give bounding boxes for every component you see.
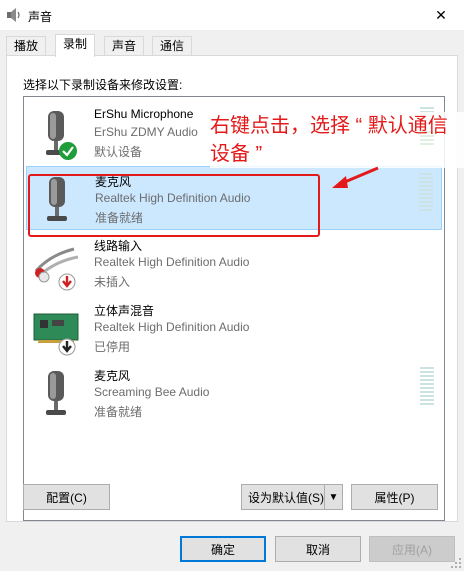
set-default-dropdown-arrow[interactable]: ▼ [324, 485, 342, 509]
set-default-label: 设为默认值(S) [248, 490, 324, 505]
device-driver: Realtek High Definition Audio [94, 255, 250, 269]
device-name: 麦克风 [94, 369, 131, 383]
tab-communications[interactable]: 通信 [152, 36, 193, 56]
apply-button[interactable]: 应用(A) [369, 536, 455, 562]
ok-button[interactable]: 确定 [180, 536, 266, 562]
tab-playback[interactable]: 播放 [6, 36, 47, 56]
device-name: 立体声混音 [94, 304, 155, 318]
device-name: ErShu Microphone [94, 107, 194, 121]
resize-grip-icon[interactable] [450, 557, 462, 569]
close-button[interactable]: ✕ [418, 0, 464, 30]
device-driver: Screaming Bee Audio [94, 385, 210, 399]
microphone-icon [46, 371, 66, 415]
device-driver: Realtek High Definition Audio [94, 320, 250, 334]
device-item-line-in[interactable]: 线路输入 Realtek High Definition Audio 未插入 [26, 231, 442, 295]
tab-sounds[interactable]: 声音 [104, 36, 145, 56]
annotation-arrow-icon [332, 166, 379, 188]
device-status: 已停用 [94, 340, 131, 354]
tab-recording[interactable]: 录制 [55, 34, 96, 57]
cancel-button[interactable]: 取消 [275, 536, 361, 562]
title-bar: 声音 ✕ [0, 0, 464, 30]
disabled-icon [58, 338, 76, 356]
annotation-text: 右键点击，选择 “ 默认通信设备 ” [210, 112, 464, 168]
configure-button[interactable]: 配置(C) [23, 484, 110, 510]
level-meter [419, 173, 433, 215]
instruction-label: 选择以下录制设备来修改设置: [23, 78, 183, 92]
window-title: 声音 [28, 10, 53, 24]
device-item-microphone-screaming-bee[interactable]: 麦克风 Screaming Bee Audio 准备就绪 [26, 361, 442, 425]
unplugged-icon [58, 273, 76, 291]
device-item-stereo-mix[interactable]: 立体声混音 Realtek High Definition Audio 已停用 [26, 296, 442, 360]
speaker-icon [7, 8, 20, 22]
device-status: 准备就绪 [94, 405, 143, 419]
properties-button[interactable]: 属性(P) [351, 484, 438, 510]
tab-strip: 播放 录制 声音 通信 [6, 34, 458, 57]
default-check-icon [59, 142, 77, 160]
annotation-highlight-box [28, 174, 320, 237]
close-icon: ✕ [435, 6, 447, 23]
device-status: 未插入 [94, 275, 131, 289]
device-status: 默认设备 [94, 145, 143, 159]
device-driver: ErShu ZDMY Audio [94, 125, 198, 139]
level-meter [420, 367, 434, 409]
set-default-button[interactable]: 设为默认值(S) ▼ [241, 484, 343, 510]
device-name: 线路输入 [94, 239, 143, 253]
